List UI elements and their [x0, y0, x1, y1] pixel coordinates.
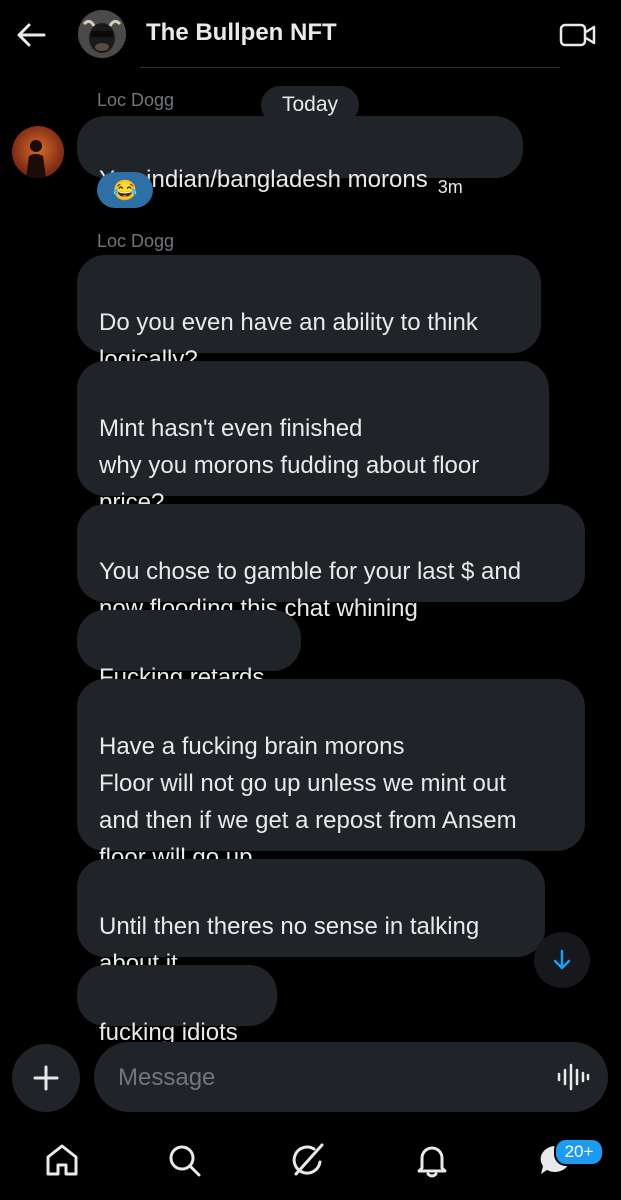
message-input[interactable]: [116, 1042, 540, 1114]
message-bubble[interactable]: Fucking retards: [77, 610, 301, 691]
nav-search[interactable]: [164, 1140, 204, 1180]
sender-name: Loc Dogg: [97, 231, 175, 251]
group-avatar[interactable]: [78, 10, 126, 58]
message-text: Mint hasn't even finished why you morons…: [99, 415, 480, 516]
back-button[interactable]: [14, 18, 48, 52]
sender-avatar[interactable]: [12, 126, 64, 178]
message-bubble[interactable]: Have a fucking brain morons Floor will n…: [77, 679, 585, 871]
nav-home[interactable]: [42, 1140, 82, 1180]
video-camera-icon: [559, 23, 596, 47]
notifications-bell-icon: [417, 1146, 447, 1178]
message-bubble[interactable]: Mint hasn't even finished why you morons…: [77, 361, 549, 516]
voice-waveform-icon: [557, 1063, 590, 1091]
chat-title[interactable]: The Bullpen NFT: [146, 19, 337, 47]
add-attachment-button[interactable]: [12, 1044, 80, 1112]
arrow-down-icon: [553, 949, 571, 970]
grok-icon: [292, 1143, 324, 1176]
message-reaction[interactable]: 😂: [97, 172, 153, 208]
nav-notifications[interactable]: [412, 1140, 452, 1180]
plus-icon: [33, 1065, 59, 1091]
message-bubble[interactable]: fucking idiots: [77, 965, 277, 1046]
scroll-to-bottom-button[interactable]: [534, 932, 590, 988]
message-bubble[interactable]: Do you even have an ability to think log…: [77, 255, 541, 373]
nav-grok[interactable]: [288, 1140, 328, 1180]
sender-avatar-image: [12, 126, 64, 178]
messages-unread-badge: 20+: [554, 1138, 604, 1166]
message-bubble[interactable]: Until then theres no sense in talking ab…: [77, 859, 545, 977]
voice-message-button[interactable]: [556, 1062, 590, 1092]
message-composer: [94, 1042, 608, 1114]
bull-avatar-image: [78, 10, 126, 58]
message-bubble[interactable]: You chose to gamble for your last $ and …: [77, 504, 585, 622]
arrow-left-icon: [17, 23, 46, 47]
video-call-button[interactable]: [558, 20, 598, 50]
message-bubble[interactable]: You indian/bangladesh morons 3m: [77, 116, 523, 197]
header-divider: [140, 67, 560, 68]
sender-name: Loc Dogg: [97, 90, 175, 110]
tears-of-joy-emoji: 😂: [112, 179, 138, 202]
home-icon: [46, 1144, 78, 1176]
message-text: Have a fucking brain morons Floor will n…: [99, 733, 517, 871]
message-timestamp: 3m: [437, 177, 463, 197]
search-icon: [169, 1145, 201, 1177]
